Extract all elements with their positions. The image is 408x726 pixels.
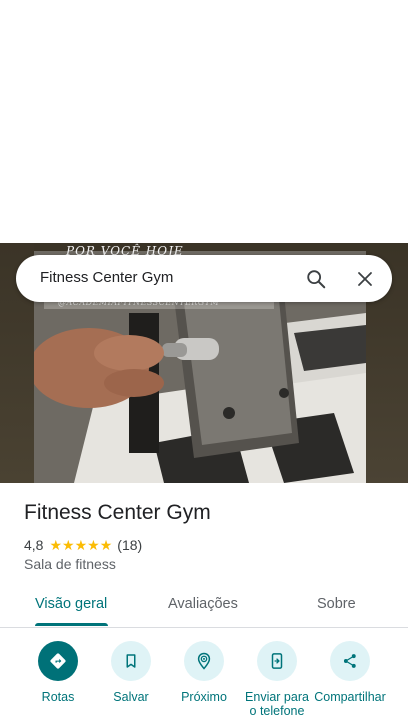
place-category: Sala de fitness	[24, 556, 116, 572]
send-to-phone-label: Enviar para o telefone	[245, 690, 309, 718]
share-icon	[330, 641, 370, 681]
tab-bar: Visão geral Avaliações Sobre	[0, 583, 408, 628]
rating-stars: ★ ★ ★ ★ ★	[49, 538, 112, 552]
send-to-phone-button[interactable]: Enviar para o telefone	[240, 641, 314, 726]
rating-value: 4,8	[24, 537, 44, 553]
directions-button[interactable]: Rotas	[21, 641, 95, 726]
review-count[interactable]: (18)	[117, 537, 142, 553]
active-tab-indicator	[35, 623, 108, 626]
tab-reviews[interactable]: Avaliações	[168, 596, 238, 612]
nearby-icon	[184, 641, 224, 681]
save-label: Salvar	[113, 690, 149, 704]
place-title: Fitness Center Gym	[24, 501, 211, 524]
nearby-button[interactable]: Próximo	[167, 641, 241, 726]
close-icon[interactable]	[349, 263, 381, 295]
save-button[interactable]: Salvar	[94, 641, 168, 726]
share-label: Compartilhar	[314, 690, 386, 704]
search-input[interactable]: Fitness Center Gym	[40, 269, 173, 286]
star-icon: ★	[62, 537, 75, 553]
star-icon: ★	[99, 537, 113, 553]
share-button[interactable]: Compartilhar	[313, 641, 387, 726]
search-bar[interactable]: Fitness Center Gym	[16, 255, 392, 302]
rating-row[interactable]: 4,8 ★ ★ ★ ★ ★ (18)	[24, 536, 142, 554]
bookmark-icon	[111, 641, 151, 681]
directions-icon	[38, 641, 78, 681]
tab-overview[interactable]: Visão geral	[35, 596, 107, 612]
star-icon: ★	[49, 537, 63, 553]
directions-label: Rotas	[41, 690, 75, 704]
send-to-phone-icon	[257, 641, 297, 681]
star-icon: ★	[74, 537, 88, 553]
star-icon: ★	[87, 537, 100, 553]
map-blank-area	[0, 0, 408, 243]
search-icon[interactable]	[300, 263, 332, 295]
tab-about[interactable]: Sobre	[317, 596, 356, 612]
nearby-label: Próximo	[181, 690, 227, 704]
